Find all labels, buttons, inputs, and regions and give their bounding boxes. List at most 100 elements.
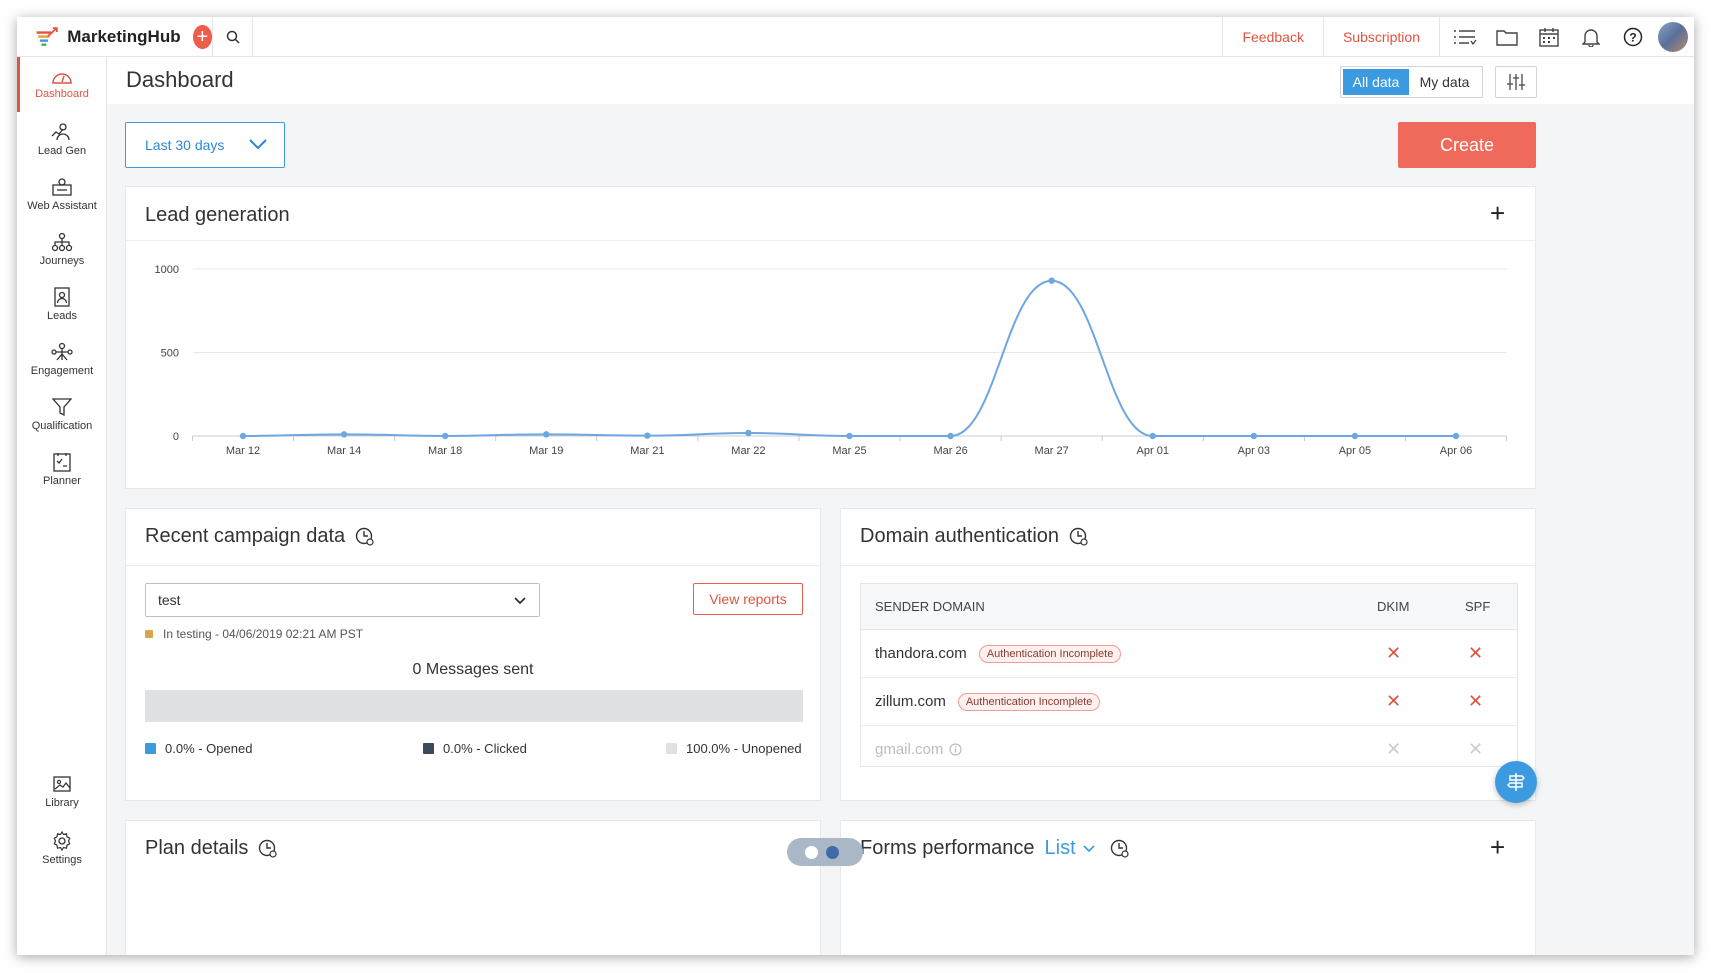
create-button[interactable]: Create (1398, 122, 1536, 168)
card-title: Plan details (145, 837, 249, 859)
campaign-select[interactable]: test (145, 583, 540, 617)
card-title-row: Recent campaign data (145, 525, 375, 548)
x-tick-label: Mar 21 (630, 445, 664, 457)
table-header: SENDER DOMAIN DKIM SPF (861, 584, 1517, 630)
my-data-button[interactable]: My data (1409, 69, 1480, 95)
domain-name: thandora.com (875, 645, 967, 662)
feedback-link[interactable]: Feedback (1222, 17, 1322, 57)
calendar-button[interactable] (1528, 17, 1570, 57)
sliders-icon (1507, 74, 1525, 90)
notifications-button[interactable] (1570, 17, 1612, 57)
info-icon[interactable] (949, 743, 962, 756)
legend-swatch (423, 743, 434, 754)
col-dkim: DKIM (1377, 599, 1410, 614)
help-signpost-button[interactable] (1495, 761, 1537, 803)
data-point (543, 431, 550, 438)
sidebar-item-planner[interactable]: Planner (17, 442, 107, 497)
sidebar-item-engagement[interactable]: Engagement (17, 332, 107, 387)
sidebar-item-journeys[interactable]: Journeys (17, 222, 107, 277)
data-point (745, 429, 752, 437)
x-tick-label: Mar 18 (428, 445, 462, 457)
user-avatar[interactable] (1658, 21, 1688, 52)
card-title-row: Forms performance List (860, 837, 1130, 860)
page-title: Dashboard (126, 67, 234, 92)
gear-icon (53, 831, 71, 851)
forms-view-select[interactable]: List (1045, 837, 1076, 860)
sidebar-item-label: Lead Gen (37, 145, 87, 157)
domain-cell: zillum.com Authentication Incomplete (875, 678, 1101, 725)
table-row[interactable]: zillum.com Authentication Incomplete ✕ ✕ (861, 678, 1517, 726)
x-tick-label: Mar 25 (832, 445, 866, 457)
legend-opened-label: 0.0% - Opened (165, 741, 253, 756)
view-reports-button[interactable]: View reports (693, 583, 803, 615)
sidebar-item-qualification[interactable]: Qualification (17, 387, 107, 442)
toggle-dot (805, 845, 818, 859)
legend-swatch (145, 743, 156, 754)
top-bar-spacer (253, 17, 1222, 57)
legend-opened: 0.0% - Opened (145, 741, 252, 756)
sidebar-item-label: Settings (42, 854, 82, 866)
date-range-select[interactable]: Last 30 days (125, 122, 285, 168)
search-icon (226, 30, 240, 44)
table-row[interactable]: thandora.com Authentication Incomplete ✕… (861, 630, 1517, 678)
sidebar-item-settings[interactable]: Settings (17, 821, 107, 876)
data-scope-toggle: All data My data (1340, 66, 1483, 98)
sidebar-item-label: Leads (47, 310, 77, 322)
status-dot (145, 630, 153, 638)
x-tick-label: Mar 27 (1035, 445, 1069, 457)
x-tick-label: Mar 19 (529, 445, 563, 457)
app-name: MarketingHub (67, 26, 181, 46)
status-badge: Authentication Incomplete (957, 692, 1101, 711)
campaign-select-value: test (158, 592, 181, 608)
domain-authentication-card: Domain authentication SENDER DOMAIN DKIM… (840, 508, 1536, 801)
sidebar-item-leads[interactable]: Leads (17, 277, 107, 332)
domain-cell: gmail.com (875, 726, 962, 766)
sidebar-item-lead-gen[interactable]: Lead Gen (17, 112, 107, 167)
sidebar-item-library[interactable]: Library (17, 764, 107, 819)
view-toggle[interactable] (787, 838, 863, 866)
status-badge: Authentication Incomplete (978, 644, 1122, 663)
journeys-icon (51, 232, 73, 252)
engagement-icon (51, 342, 73, 361)
data-point (644, 432, 651, 439)
dkim-fail-icon: ✕ (1386, 739, 1402, 759)
sidebar-item-dashboard[interactable]: Dashboard (17, 57, 107, 112)
search-button[interactable] (213, 17, 253, 57)
col-sender-domain: SENDER DOMAIN (875, 599, 985, 614)
list-button[interactable] (1444, 17, 1486, 57)
campaign-status: In testing - 04/06/2019 02:21 AM PST (145, 627, 363, 641)
add-widget-button[interactable]: + (1490, 834, 1505, 860)
quick-create-button[interactable]: + (192, 24, 212, 49)
table-row[interactable]: gmail.com ✕ ✕ (861, 726, 1517, 766)
x-tick-label: Mar 14 (327, 445, 361, 457)
list-icon (1454, 29, 1477, 45)
all-data-button[interactable]: All data (1343, 69, 1409, 95)
brand[interactable]: MarketingHub + (17, 17, 213, 57)
sidebar-item-label: Library (45, 797, 79, 809)
clock-settings-icon[interactable] (1110, 839, 1130, 859)
card-title-row: Domain authentication (860, 525, 1089, 548)
data-point (1048, 277, 1055, 284)
card-title: Forms performance (860, 837, 1035, 859)
clock-settings-icon[interactable] (258, 839, 278, 859)
subscription-link[interactable]: Subscription (1322, 17, 1439, 57)
sidebar-item-label: Planner (43, 475, 81, 487)
card-title: Recent campaign data (145, 525, 346, 547)
x-tick-label: Apr 05 (1339, 445, 1371, 457)
folder-icon (1496, 29, 1518, 46)
legend-unopened-label: 100.0% - Unopened (686, 741, 802, 756)
data-point (441, 432, 449, 440)
folder-button[interactable] (1486, 17, 1528, 57)
data-point (239, 432, 247, 440)
x-tick-label: Mar 26 (933, 445, 967, 457)
clock-settings-icon[interactable] (1069, 527, 1089, 547)
sidebar-item-web-assistant[interactable]: Web Assistant (17, 167, 107, 222)
customize-button[interactable] (1495, 66, 1537, 98)
chevron-down-icon (249, 139, 267, 150)
clock-settings-icon[interactable] (355, 527, 375, 547)
sidebar-item-label: Engagement (30, 365, 94, 377)
chevron-down-icon[interactable] (1082, 844, 1096, 854)
help-button[interactable]: ? (1612, 17, 1654, 57)
toggle-dot (826, 845, 839, 859)
card-title-row: Plan details (145, 837, 278, 860)
